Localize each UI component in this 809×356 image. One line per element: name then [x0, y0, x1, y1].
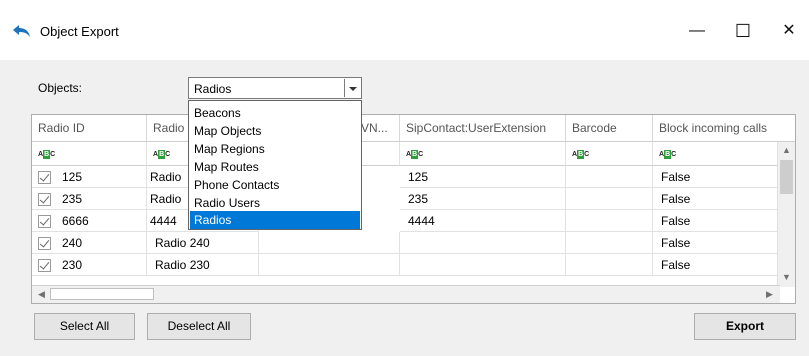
objects-combobox-value: Radios: [194, 82, 232, 96]
horizontal-scrollbar[interactable]: ◀ ▶: [32, 285, 780, 303]
cell-sipcontact[interactable]: [400, 232, 566, 254]
title-bar: Object Export — ☐ ✕: [0, 0, 809, 60]
abc-filter-icon[interactable]: ABC: [572, 150, 589, 159]
dropdown-option[interactable]: Map Objects: [190, 122, 360, 140]
cell-sipcontact[interactable]: [400, 254, 566, 276]
minimize-button[interactable]: —: [677, 18, 717, 44]
abc-filter-icon[interactable]: ABC: [659, 150, 676, 159]
cell-block-incoming[interactable]: False: [653, 166, 779, 188]
dropdown-option[interactable]: Beacons: [190, 104, 360, 122]
cell-barcode[interactable]: [566, 232, 653, 254]
scroll-left-icon[interactable]: ◀: [34, 289, 49, 300]
dropdown-option[interactable]: Phone Contacts: [190, 176, 360, 194]
filter-cell-barcode[interactable]: ABC: [566, 142, 653, 166]
objects-combobox[interactable]: Radios: [188, 77, 362, 99]
cell-barcode[interactable]: [566, 254, 653, 276]
filter-cell-radio-id[interactable]: ABC: [32, 142, 147, 166]
vertical-scroll-thumb[interactable]: [780, 160, 793, 194]
column-header-block-incoming-calls[interactable]: Block incoming calls: [653, 115, 795, 142]
cell-radio-name[interactable]: Radio 230: [147, 254, 259, 276]
abc-filter-icon[interactable]: ABC: [153, 150, 170, 159]
cell-block-incoming[interactable]: False: [653, 188, 779, 210]
export-grid[interactable]: Radio ID Radio I VN... SipContact:UserEx…: [31, 114, 796, 304]
cell-radio-id[interactable]: 6666: [32, 210, 147, 232]
cell-vn[interactable]: [259, 232, 400, 254]
cell-sipcontact[interactable]: 4444: [400, 210, 566, 232]
cell-radio-name[interactable]: Radio 240: [147, 232, 259, 254]
cell-block-incoming[interactable]: False: [653, 232, 779, 254]
cell-block-incoming[interactable]: False: [653, 254, 779, 276]
window-title: Object Export: [40, 24, 119, 39]
cell-sipcontact[interactable]: 235: [400, 188, 566, 210]
filter-cell-block-incoming[interactable]: ABC: [653, 142, 779, 166]
cell-barcode[interactable]: [566, 210, 653, 232]
scroll-down-icon[interactable]: ▼: [779, 272, 794, 282]
vertical-scrollbar[interactable]: ▲ ▼: [777, 142, 795, 287]
cell-radio-id[interactable]: 230: [32, 254, 147, 276]
dropdown-option[interactable]: Map Regions: [190, 140, 360, 158]
dropdown-option[interactable]: Radio Users: [190, 194, 360, 212]
horizontal-scroll-thumb[interactable]: [50, 288, 154, 300]
dropdown-option[interactable]: Map Routes: [190, 158, 360, 176]
cell-vn[interactable]: [259, 254, 400, 276]
export-button[interactable]: Export: [694, 313, 796, 340]
cell-barcode[interactable]: [566, 188, 653, 210]
close-button[interactable]: ✕: [769, 18, 809, 44]
cell-radio-id[interactable]: 125: [32, 166, 147, 188]
column-header-barcode[interactable]: Barcode: [566, 115, 653, 142]
cell-radio-id[interactable]: 240: [32, 232, 147, 254]
column-header-sipcontact-userextension[interactable]: SipContact:UserExtension: [400, 115, 566, 142]
scroll-right-icon[interactable]: ▶: [762, 289, 777, 300]
select-all-button[interactable]: Select All: [34, 313, 135, 340]
cell-block-incoming[interactable]: False: [653, 210, 779, 232]
dropdown-option-selected[interactable]: Radios: [190, 211, 360, 229]
objects-label: Objects:: [38, 81, 83, 95]
deselect-all-button[interactable]: Deselect All: [147, 313, 251, 340]
abc-filter-icon[interactable]: ABC: [38, 150, 55, 159]
chevron-down-icon[interactable]: [344, 79, 360, 97]
cell-sipcontact[interactable]: 125: [400, 166, 566, 188]
undo-arrow-icon: [13, 25, 30, 37]
abc-filter-icon[interactable]: ABC: [406, 150, 423, 159]
objects-dropdown-list[interactable]: Beacons Map Objects Map Regions Map Rout…: [188, 100, 362, 230]
cell-barcode[interactable]: [566, 166, 653, 188]
filter-cell-sipcontact[interactable]: ABC: [400, 142, 566, 166]
cell-radio-id[interactable]: 235: [32, 188, 147, 210]
scroll-up-icon[interactable]: ▲: [779, 145, 794, 155]
column-header-radio-id[interactable]: Radio ID: [32, 115, 147, 142]
maximize-button[interactable]: ☐: [723, 18, 763, 44]
